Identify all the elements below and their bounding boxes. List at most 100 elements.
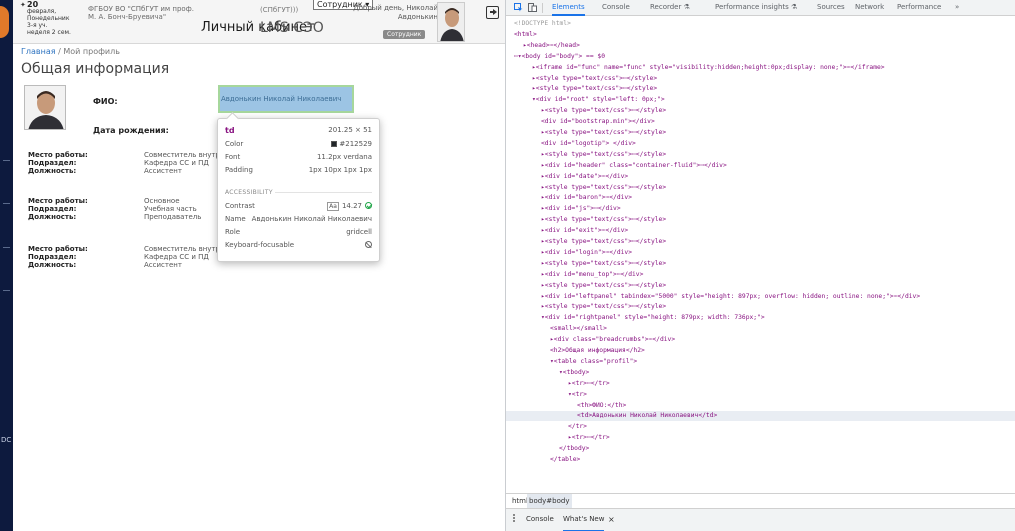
pin-icon: ✦ — [20, 1, 26, 9]
dom-node[interactable]: <small></small> — [506, 324, 1015, 334]
dom-node[interactable]: ▸<style type="text/css">⋯</style> — [506, 302, 1015, 312]
tab-elements[interactable]: Elements — [552, 0, 585, 16]
tab-network[interactable]: Network — [855, 0, 884, 16]
dom-node[interactable]: ▸<div id="header" class="container-fluid… — [506, 161, 1015, 171]
dom-node[interactable]: ▸<style type="text/css">⋯</style> — [506, 106, 1015, 116]
tooltip-contrast-value: Aa 14.27 — [327, 201, 372, 211]
fio-value-cell: Авдонькин Николай Николаевич — [218, 85, 354, 113]
tab-sources[interactable]: Sources — [817, 0, 845, 16]
flask-icon: ⚗ — [681, 3, 690, 11]
dom-node[interactable]: ▸<style type="text/css">⋯</style> — [506, 74, 1015, 84]
dom-node[interactable]: ▸<style type="text/css">⋯</style> — [506, 281, 1015, 291]
nav-tick — [3, 203, 10, 204]
dom-node[interactable]: ▸<div id="date">⋯</div> — [506, 172, 1015, 182]
dom-node[interactable]: ▸<tr>⋯</tr> — [506, 433, 1015, 443]
tooltip-key: Keyboard-focusable — [225, 241, 295, 249]
dom-node[interactable]: ▸<style type="text/css">⋯</style> — [506, 150, 1015, 160]
tab-performance[interactable]: Performance — [897, 0, 941, 16]
dom-node[interactable]: <!DOCTYPE html> — [506, 19, 1015, 29]
tab-console[interactable]: Console — [602, 0, 630, 16]
date-line: февраля, — [27, 8, 57, 15]
dom-node[interactable]: ▸<style type="text/css">⋯</style> — [506, 259, 1015, 269]
dom-node[interactable]: <th>ФИО:</th> — [506, 401, 1015, 411]
dom-node[interactable]: ▸<style type="text/css">⋯</style> — [506, 128, 1015, 138]
dom-node[interactable]: ▸<iframe id="func" name="func" style="vi… — [506, 63, 1015, 73]
breadcrumb-home-link[interactable]: Главная — [21, 47, 56, 56]
dom-node[interactable]: ▸<div id="login">⋯</div> — [506, 248, 1015, 258]
tooltip-value: 11.2px verdana — [316, 153, 372, 161]
dom-node[interactable]: ▸<head>⋯</head> — [506, 41, 1015, 51]
dom-node[interactable]: ▾<tbody> — [506, 368, 1015, 378]
tab-recorder[interactable]: Recorder ⚗ — [650, 0, 690, 16]
dom-node[interactable]: <div id="logotip"> </div> — [506, 139, 1015, 149]
dom-node[interactable]: ▸<style type="text/css">⋯</style> — [506, 84, 1015, 94]
flask-icon: ⚗ — [788, 3, 798, 11]
dom-node[interactable]: ▸<div id="leftpanel" tabindex="5000" sty… — [506, 292, 1015, 302]
dom-crumb-html[interactable]: html — [512, 494, 528, 508]
dom-node-selected[interactable]: <td>Авдонькин Николай Николаевич</td> — [506, 411, 1015, 422]
contrast-aa-icon: Aa — [327, 202, 339, 211]
dom-node[interactable]: ▸<div id="js">⋯</div> — [506, 204, 1015, 214]
dom-node[interactable]: ⋯▾<body id="body"> == $0 — [506, 52, 1015, 62]
dom-node[interactable]: ▸<style type="text/css">⋯</style> — [506, 237, 1015, 247]
tab-performance-insights[interactable]: Performance insights ⚗ — [715, 0, 797, 16]
dom-node[interactable]: </tbody> — [506, 444, 1015, 454]
tooltip-value: gridcell — [346, 228, 372, 236]
dom-crumb-body[interactable]: body#body — [527, 494, 572, 508]
tooltip-key: Contrast — [225, 202, 255, 210]
logout-icon[interactable] — [486, 6, 499, 19]
job-key: Подраздел: — [28, 253, 77, 261]
dom-node[interactable]: <h2>Общая информация</h2> — [506, 346, 1015, 356]
color-swatch-icon — [331, 141, 338, 147]
breadcrumb: Главная / Мой профиль — [21, 47, 120, 56]
inspect-element-icon[interactable] — [514, 3, 523, 12]
dom-node[interactable]: ▸<style type="text/css">⋯</style> — [506, 215, 1015, 225]
dom-node[interactable]: ▾<table class="profil"> — [506, 357, 1015, 367]
nav-tick — [3, 290, 10, 291]
device-toolbar-icon[interactable] — [528, 3, 537, 12]
tooltip-key: Padding — [225, 166, 253, 174]
devtools-drawer: Console What's New × — [506, 508, 1015, 531]
dom-node[interactable]: ▾<div id="root" style="left: 0px;"> — [506, 95, 1015, 105]
dom-node[interactable]: ▾<div id="rightpanel" style="height: 879… — [506, 313, 1015, 323]
job-key: Должность: — [28, 261, 77, 269]
job-key: Подраздел: — [28, 205, 77, 213]
more-tabs-button[interactable]: » — [955, 0, 959, 16]
close-icon[interactable]: × — [608, 509, 615, 530]
dom-node[interactable]: ▾<tr> — [506, 390, 1015, 400]
tooltip-key: Role — [225, 228, 241, 236]
dom-node[interactable]: ▸<div id="menu_top">⋯</div> — [506, 270, 1015, 280]
tooltip-section-label: ACCESSIBILITY — [225, 189, 273, 196]
nav-label: DC — [1, 436, 12, 444]
breadcrumb-current: Мой профиль — [63, 47, 120, 56]
left-nav-strip[interactable]: DC — [0, 0, 13, 531]
job-key: Подраздел: — [28, 159, 77, 167]
job-key: Место работы: — [28, 197, 88, 205]
dom-node[interactable]: </tr> — [506, 422, 1015, 432]
tab-recorder-label: Recorder — [650, 3, 682, 11]
spbgut-label: (СПбГУТ))) — [260, 6, 299, 14]
not-focusable-icon — [365, 241, 372, 248]
tooltip-key: Font — [225, 153, 241, 161]
dom-breadcrumbs: html body#body — [506, 493, 1015, 508]
header-avatar[interactable] — [437, 2, 465, 42]
inspect-tooltip: td 201.25 × 51 Color #212529 Font 11.2px… — [217, 118, 380, 262]
job-key: Место работы: — [28, 151, 88, 159]
date-line: Понедельник — [27, 15, 70, 22]
dom-node[interactable]: <div id="bootstrap.min"></div> — [506, 117, 1015, 127]
job-key: Место работы: — [28, 245, 88, 253]
dom-node[interactable]: </table> — [506, 455, 1015, 465]
job-value: Ассистент — [144, 261, 182, 269]
profile-photo — [24, 85, 66, 130]
dom-node[interactable]: ▸<div id="exit">⋯</div> — [506, 226, 1015, 236]
dom-node[interactable]: ▸<tr>⋯</tr> — [506, 379, 1015, 389]
tooltip-row-keyboard: Keyboard-focusable — [225, 240, 372, 250]
drawer-tab-whats-new[interactable]: What's New — [563, 509, 605, 531]
drawer-menu-icon[interactable] — [513, 514, 515, 523]
fio-label: ФИО: — [93, 97, 118, 106]
drawer-tab-console[interactable]: Console — [526, 509, 554, 531]
dom-node[interactable]: ▸<style type="text/css">⋯</style> — [506, 183, 1015, 193]
dom-node[interactable]: ▸<div class="breadcrumbs">⋯</div> — [506, 335, 1015, 345]
dom-node[interactable]: <html> — [506, 30, 1015, 40]
dom-node[interactable]: ▸<div id="baron">⋯</div> — [506, 193, 1015, 203]
